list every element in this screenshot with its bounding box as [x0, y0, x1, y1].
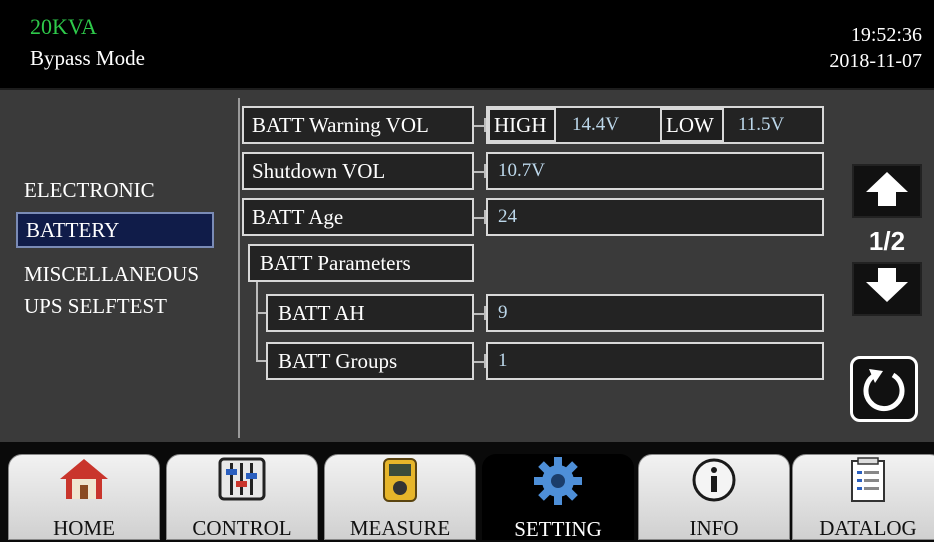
multimeter-icon — [383, 458, 417, 502]
menu-divider — [238, 98, 240, 438]
ups-model: 20KVA — [30, 14, 97, 39]
page-indicator: 1/2 — [868, 226, 906, 256]
tab-home[interactable]: HOME — [8, 454, 160, 540]
info-icon — [692, 458, 736, 502]
clock: 19:52:36 2018-11-07 — [829, 22, 922, 74]
tab-datalog[interactable]: DATALOG — [792, 454, 934, 540]
arrow-up-icon — [866, 172, 908, 206]
tab-label: HOME — [53, 516, 115, 540]
page-down-button[interactable] — [852, 262, 922, 316]
bottom-tab-bar: HOME CONTROL MEASURE SETTING INFO DATALO… — [0, 446, 934, 541]
tab-control[interactable]: CONTROL — [166, 454, 318, 540]
tree-line — [256, 312, 266, 314]
tree-line — [256, 360, 266, 362]
tab-label: DATALOG — [819, 516, 917, 540]
page-up-button[interactable] — [852, 164, 922, 218]
shutdown-vol-value[interactable]: 10.7V — [486, 152, 824, 190]
arrow-down-icon — [866, 268, 908, 302]
clipboard-icon — [851, 457, 885, 502]
tab-label: SETTING — [514, 517, 602, 541]
batt-age-value[interactable]: 24 — [486, 198, 824, 236]
high-value[interactable]: 14.4V — [564, 108, 619, 142]
status-header: 20KVA Bypass Mode 19:52:36 2018-11-07 — [0, 0, 934, 90]
tab-label: CONTROL — [192, 516, 292, 540]
menu-item-electronic[interactable]: ELECTRONIC — [24, 178, 155, 203]
high-label: HIGH — [488, 108, 556, 142]
tab-info[interactable]: INFO — [638, 454, 790, 540]
menu-item-miscellaneous[interactable]: MISCELLANEOUS — [24, 262, 199, 287]
sliders-icon — [218, 457, 266, 501]
menu-item-battery[interactable]: BATTERY — [16, 212, 214, 248]
batt-warning-vol-label: BATT Warning VOL — [242, 106, 474, 144]
tab-setting[interactable]: SETTING — [482, 454, 634, 541]
batt-age-label: BATT Age — [242, 198, 474, 236]
tab-label: INFO — [689, 516, 739, 540]
refresh-button[interactable] — [850, 356, 918, 422]
batt-groups-value[interactable]: 1 — [486, 342, 824, 380]
tab-label: MEASURE — [349, 516, 451, 540]
batt-ah-value[interactable]: 9 — [486, 294, 824, 332]
low-label: LOW — [660, 108, 724, 142]
tab-measure[interactable]: MEASURE — [324, 454, 476, 540]
clock-time: 19:52:36 — [850, 24, 922, 46]
batt-groups-label: BATT Groups — [266, 342, 474, 380]
home-icon — [60, 459, 108, 499]
tree-line — [256, 282, 258, 362]
low-value[interactable]: 11.5V — [730, 108, 784, 142]
batt-ah-label: BATT AH — [266, 294, 474, 332]
clock-date: 2018-11-07 — [829, 50, 922, 72]
menu-item-ups-selftest[interactable]: UPS SELFTEST — [24, 294, 167, 319]
ups-mode: Bypass Mode — [30, 46, 145, 70]
shutdown-vol-label: Shutdown VOL — [242, 152, 474, 190]
refresh-icon — [863, 369, 905, 412]
gear-icon — [534, 457, 582, 505]
batt-parameters-label: BATT Parameters — [248, 244, 474, 282]
